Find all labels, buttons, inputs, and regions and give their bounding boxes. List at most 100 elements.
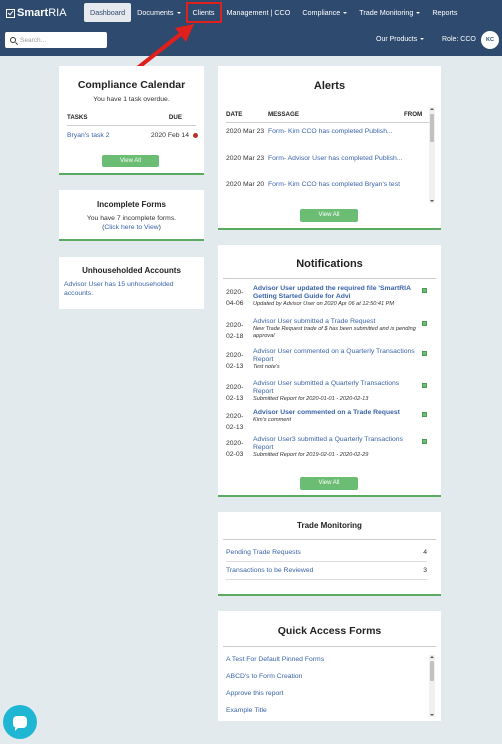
alert-message-link[interactable]: Form- Kim CCO has completed Bryan's test	[268, 179, 418, 190]
mark-read-checkbox[interactable]	[422, 412, 427, 417]
transactions-to-review-link[interactable]: Transactions to be Reviewed	[226, 567, 313, 574]
notification-text: Advisor User commented on a Trade Reques…	[253, 409, 418, 424]
task-link[interactable]: Bryan's task 2	[67, 132, 109, 139]
table-row: 2020 Mar 23 Form- Kim CCO has completed …	[226, 126, 428, 150]
search-box[interactable]	[5, 32, 107, 48]
notifications-title: Notifications	[296, 258, 363, 270]
col-due: DUE	[168, 114, 182, 121]
notification-text: Advisor User3 submitted a Quarterly Tran…	[253, 436, 418, 459]
incomplete-forms-count: You have 7 incomplete forms.	[86, 215, 177, 222]
mark-read-checkbox[interactable]	[422, 351, 427, 356]
notification-date: 2020-02-18	[226, 322, 244, 340]
notification-subtext: Submitted Report for 2019-02-01 - 2020-0…	[253, 452, 369, 458]
table-row: 2020 Mar 20 Form- Kim CCO has completed …	[226, 179, 428, 203]
scroll-up-icon[interactable]	[430, 656, 434, 658]
chevron-down-icon	[420, 38, 425, 40]
incomplete-forms-text: You have 7 incomplete forms. (Click here…	[59, 214, 204, 232]
notification-title-link[interactable]: Advisor User submitted a Trade Request	[253, 318, 418, 326]
notification-date: 2020-02-13	[226, 384, 244, 402]
quick-form-link[interactable]: Approve this report	[226, 690, 283, 697]
calendar-view-all-button[interactable]: View All	[102, 155, 159, 167]
pending-trade-requests-count: 4	[423, 549, 427, 556]
notification-title-link[interactable]: Advisor User updated the required file '…	[253, 285, 418, 301]
divider	[223, 646, 436, 647]
notification-date: 2020-04-06	[226, 289, 244, 307]
our-products-label: Our Products	[376, 36, 418, 43]
quick-form-link[interactable]: A Test For Default Pinned Forms	[226, 656, 324, 663]
notification-subtext: New Trade Request trade of $ has been su…	[253, 326, 416, 339]
nav-dashboard-label: Dashboard	[90, 8, 126, 17]
main-nav: Dashboard Documents Clients Management |…	[84, 2, 498, 23]
notification-title-link[interactable]: Advisor User commented on a Quarterly Tr…	[253, 348, 418, 364]
unhouseholded-accounts-card: Unhouseholded Accounts Advisor User has …	[59, 257, 204, 309]
our-products-dropdown[interactable]: Our Products	[376, 36, 425, 43]
quick-access-title: Quick Access Forms	[277, 625, 382, 637]
calendar-table-header: TASKS DUE	[67, 114, 196, 126]
alert-message-link[interactable]: Form- Advisor User has completed Publish…	[268, 153, 418, 164]
nav-management-cco[interactable]: Management | CCO	[221, 3, 297, 22]
notifications-view-all-button[interactable]: View All	[300, 477, 358, 490]
notification-text: Advisor User submitted a Trade Request N…	[253, 318, 418, 340]
alerts-scrollbar[interactable]	[429, 107, 435, 203]
notification-subtext: Updated by Advisor User on 2020 Apr 06 a…	[253, 301, 395, 307]
task-due: 2020 Feb 14	[151, 132, 198, 139]
unhouseholded-link[interactable]: Advisor User has 15 unhouseholded accoun…	[64, 280, 199, 298]
role-label: Role: CCO	[442, 36, 476, 43]
quick-access-scrollbar[interactable]	[429, 655, 435, 717]
notification-subtext: Test note's	[253, 364, 280, 370]
notification-date: 2020-02-13	[226, 413, 244, 431]
quick-form-link[interactable]: Example Title	[226, 707, 267, 714]
nav-compliance[interactable]: Compliance	[296, 3, 353, 22]
brand-logo[interactable]: Smart RIA	[6, 6, 67, 20]
mark-read-checkbox[interactable]	[422, 383, 427, 388]
alert-message-link[interactable]: Form- Kim CCO has completed Publish...	[268, 126, 418, 137]
notification-text: Advisor User submitted a Quarterly Trans…	[253, 380, 418, 403]
nav-dashboard[interactable]: Dashboard	[84, 3, 132, 22]
overdue-dot-icon	[193, 133, 198, 138]
scroll-down-icon[interactable]	[430, 200, 434, 202]
task-due-date: 2020 Feb 14	[150, 132, 189, 139]
nav-management-label: Management | CCO	[226, 8, 291, 17]
pending-trade-requests-link[interactable]: Pending Trade Requests	[226, 549, 301, 556]
col-tasks: TASKS	[67, 114, 88, 121]
col-date: DATE	[226, 111, 243, 118]
trade-monitoring-title: Trade Monitoring	[297, 521, 362, 530]
scroll-up-icon[interactable]	[430, 108, 434, 110]
mark-read-checkbox[interactable]	[422, 288, 427, 293]
trade-monitoring-card: Trade Monitoring Pending Trade Requests …	[218, 512, 441, 596]
notification-title-link[interactable]: Advisor User commented on a Trade Reques…	[253, 409, 418, 417]
divider	[223, 539, 436, 540]
nav-reports-label: Reports	[432, 8, 458, 17]
notification-title-link[interactable]: Advisor User3 submitted a Quarterly Tran…	[253, 436, 418, 452]
overdue-summary: You have 1 task overdue.	[93, 96, 170, 103]
nav-compliance-label: Compliance	[302, 8, 341, 17]
alerts-view-all-button[interactable]: View All	[300, 209, 358, 222]
mark-read-checkbox[interactable]	[422, 321, 427, 326]
incomplete-forms-view-link[interactable]: Click here to View	[104, 224, 158, 231]
quick-access-forms-card: Quick Access Forms A Test For Default Pi…	[218, 611, 441, 721]
nav-clients[interactable]: Clients	[185, 2, 222, 23]
scroll-thumb[interactable]	[430, 661, 434, 681]
quick-form-link[interactable]: ABCD's to Form Creation	[226, 673, 302, 680]
notification-date: 2020-02-03	[226, 440, 244, 458]
nav-reports[interactable]: Reports	[426, 3, 463, 22]
chat-launcher-button[interactable]	[3, 705, 37, 739]
incomplete-forms-card: Incomplete Forms You have 7 incomplete f…	[59, 190, 204, 241]
chevron-down-icon	[343, 12, 348, 14]
notification-subtext: Submitted Report for 2020-01-01 - 2020-0…	[253, 396, 369, 402]
chevron-down-icon	[416, 12, 421, 14]
notification-title-link[interactable]: Advisor User submitted a Quarterly Trans…	[253, 380, 418, 396]
table-row: Bryan's task 2 2020 Feb 14	[67, 132, 198, 139]
incomplete-forms-title: Incomplete Forms	[97, 200, 166, 209]
scroll-thumb[interactable]	[430, 114, 434, 142]
avatar[interactable]: KC	[481, 31, 499, 49]
alerts-title: Alerts	[313, 80, 346, 92]
search-input[interactable]	[20, 36, 100, 44]
transactions-to-review-count: 3	[423, 567, 427, 574]
scroll-down-icon[interactable]	[430, 714, 434, 716]
nav-trade-monitoring-label: Trade Monitoring	[359, 8, 414, 17]
notification-text: Advisor User updated the required file '…	[253, 285, 418, 308]
mark-read-checkbox[interactable]	[422, 439, 427, 444]
nav-documents[interactable]: Documents	[131, 3, 186, 22]
nav-trade-monitoring[interactable]: Trade Monitoring	[353, 3, 426, 22]
